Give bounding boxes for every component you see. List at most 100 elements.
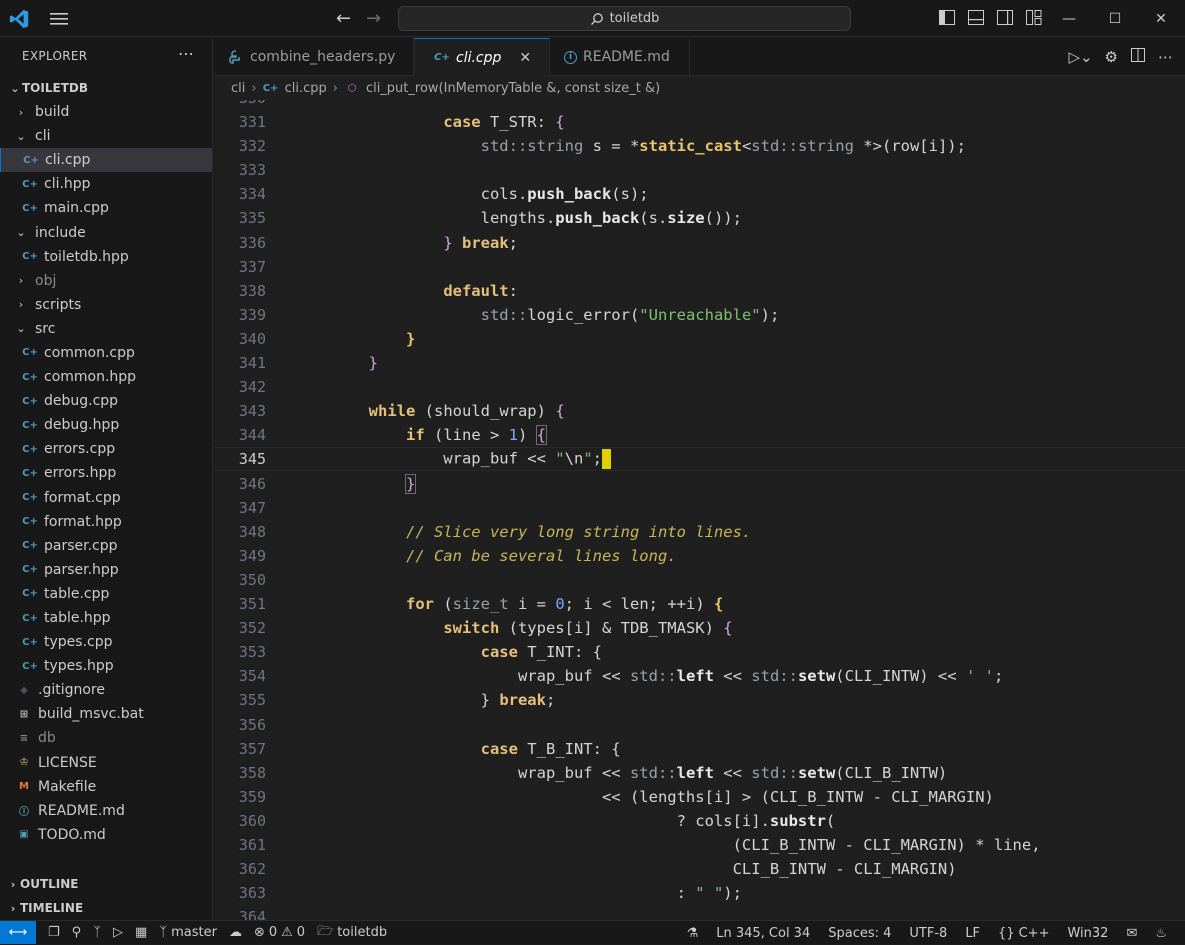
toggle-panel-icon[interactable] — [967, 9, 986, 27]
file-item-makefile[interactable]: M Makefile — [0, 775, 212, 799]
folder-item[interactable]: 🗁 toiletdb — [317, 922, 387, 944]
file-item-cli-hpp[interactable]: C+ cli.hpp — [0, 172, 212, 196]
remote-icon[interactable]: ⟷ — [0, 921, 36, 944]
maximize-icon[interactable]: ☐ — [1092, 0, 1138, 37]
file-item-errors-hpp[interactable]: C+ errors.hpp — [0, 461, 212, 485]
file-item-debug-hpp[interactable]: C+ debug.hpp — [0, 413, 212, 437]
encoding[interactable]: UTF-8 — [909, 926, 947, 941]
code-line: 334 cols.push_back(s); — [214, 182, 1185, 206]
file-item-common-cpp[interactable]: C+ common.cpp — [0, 341, 212, 365]
close-window-icon[interactable]: ✕ — [1138, 0, 1184, 37]
tree-item-label: table.cpp — [44, 585, 110, 602]
breadcrumb-symbol[interactable]: cli_put_row(InMemoryTable &, const size_… — [366, 81, 660, 96]
folder-item-build[interactable]: › build — [0, 100, 212, 124]
cpp-file-icon: C+ — [22, 347, 38, 359]
code-line: 356 — [214, 713, 1185, 737]
file-item-table-hpp[interactable]: C+ table.hpp — [0, 606, 212, 630]
file-item-errors-cpp[interactable]: C+ errors.cpp — [0, 437, 212, 461]
breadcrumb-folder[interactable]: cli — [231, 81, 245, 96]
file-item-format-cpp[interactable]: C+ format.cpp — [0, 486, 212, 510]
code-line: 363 : " "); — [214, 881, 1185, 905]
search-activity-icon[interactable]: ⚲ — [72, 925, 82, 940]
folder-item-include[interactable]: ⌄ include — [0, 220, 212, 244]
line-number: 345 — [238, 450, 266, 469]
tree-item-label: src — [35, 320, 56, 337]
file-item-main-cpp[interactable]: C+ main.cpp — [0, 196, 212, 220]
workspace-root-label: TOILETDB — [22, 81, 88, 95]
file-item-parser-cpp[interactable]: C+ parser.cpp — [0, 534, 212, 558]
file-item-table-cpp[interactable]: C+ table.cpp — [0, 582, 212, 606]
file-item-cli-cpp[interactable]: C+ cli.cpp — [0, 148, 212, 173]
code-line: 351 for (size_t i = 0; i < len; ++i) { — [214, 592, 1185, 616]
language-mode[interactable]: {} C++ — [998, 926, 1049, 941]
folder-item-cli[interactable]: ⌄ cli — [0, 124, 212, 148]
cpp-file-icon: C+ — [22, 636, 38, 648]
outline-section[interactable]: › OUTLINE — [0, 872, 212, 896]
feedback-icon[interactable]: ✉ — [1126, 926, 1137, 941]
tab-readme[interactable]: i README.md — [550, 38, 690, 76]
platform[interactable]: Win32 — [1067, 926, 1108, 941]
source-control-icon[interactable]: ᛉ — [93, 925, 101, 940]
end-of-line[interactable]: LF — [965, 926, 980, 941]
menu-icon[interactable] — [48, 10, 70, 28]
timeline-section[interactable]: › TIMELINE — [0, 896, 212, 920]
cursor-position[interactable]: Ln 345, Col 34 — [716, 926, 810, 941]
tree-item-label: table.hpp — [44, 610, 111, 627]
file-item-license[interactable]: ♔ LICENSE — [0, 751, 212, 775]
file-item-types-cpp[interactable]: C+ types.cpp — [0, 630, 212, 654]
folder-item-src[interactable]: ⌄ src — [0, 317, 212, 341]
minimize-icon[interactable]: — — [1046, 0, 1092, 37]
tab-combine-headers[interactable]: combine_headers.py — [214, 38, 414, 76]
line-number: 360 — [238, 811, 266, 830]
run-debug-icon[interactable]: ▷⌄ — [1068, 48, 1092, 66]
markdown-icon: ▣ — [19, 829, 29, 841]
tab-cli-cpp[interactable]: C+ cli.cpp ✕ — [414, 38, 550, 76]
file-item-build-msvc-bat[interactable]: ⊞ build_msvc.bat — [0, 702, 212, 726]
toggle-primary-sidebar-icon[interactable] — [938, 9, 957, 27]
branch-item[interactable]: ᛉ master — [159, 925, 217, 940]
customize-layout-icon[interactable] — [1025, 9, 1044, 27]
indentation[interactable]: Spaces: 4 — [828, 926, 891, 941]
file-item-common-hpp[interactable]: C+ common.hpp — [0, 365, 212, 389]
bell-icon[interactable]: ♨ — [1155, 926, 1167, 941]
tree-item-label: LICENSE — [38, 754, 97, 771]
close-tab-icon[interactable]: ✕ — [519, 50, 531, 66]
line-number: 331 — [238, 113, 266, 132]
file-item-db[interactable]: ≡ db — [0, 726, 212, 750]
cpp-file-icon: C+ — [22, 467, 38, 479]
toggle-secondary-sidebar-icon[interactable] — [996, 9, 1015, 27]
sync-icon[interactable]: ☁ — [229, 925, 242, 940]
cpp-file-icon: C+ — [22, 588, 38, 600]
folder-item-obj[interactable]: › obj — [0, 269, 212, 293]
flask-icon[interactable]: ⚗ — [687, 926, 699, 941]
code-line: 348 // Slice very long string into lines… — [214, 520, 1185, 544]
file-item-debug-cpp[interactable]: C+ debug.cpp — [0, 389, 212, 413]
run-activity-icon[interactable]: ▷ — [113, 925, 123, 940]
split-editor-icon[interactable] — [1130, 47, 1146, 67]
file-item-readme-md[interactable]: ⓘ README.md — [0, 799, 212, 823]
file-item--gitignore[interactable]: ◆ .gitignore — [0, 678, 212, 702]
more-actions-icon[interactable]: ⋯ — [178, 44, 194, 63]
more-actions-icon[interactable]: ⋯ — [1158, 48, 1173, 66]
command-center-search[interactable]: toiletdb — [398, 6, 851, 31]
forward-arrow-icon[interactable]: → — [366, 8, 381, 29]
cpp-file-icon: C+ — [22, 395, 38, 407]
problems-item[interactable]: ⊗ 0 ⚠ 0 — [254, 925, 305, 940]
file-item-format-hpp[interactable]: C+ format.hpp — [0, 510, 212, 534]
gear-icon[interactable]: ⚙ — [1105, 48, 1118, 66]
cpp-file-icon: C+ — [22, 251, 38, 263]
file-item-toiletdb-hpp[interactable]: C+ toiletdb.hpp — [0, 245, 212, 269]
code-line: 342 — [214, 375, 1185, 399]
line-number: 330 — [214, 100, 266, 107]
breadcrumb-file[interactable]: cli.cpp — [285, 81, 327, 96]
code-line: 333 — [214, 158, 1185, 182]
file-item-parser-hpp[interactable]: C+ parser.hpp — [0, 558, 212, 582]
code-editor[interactable]: 330 331 case T_STR: {332 std::string s =… — [214, 100, 1185, 920]
workspace-root[interactable]: ⌄ TOILETDB — [8, 81, 88, 95]
explorer-activity-icon[interactable]: ❐ — [48, 925, 60, 940]
extensions-icon[interactable]: ▦ — [135, 925, 147, 940]
back-arrow-icon[interactable]: ← — [336, 8, 351, 29]
folder-item-scripts[interactable]: › scripts — [0, 293, 212, 317]
file-item-todo-md[interactable]: ▣ TODO.md — [0, 823, 212, 847]
file-item-types-hpp[interactable]: C+ types.hpp — [0, 654, 212, 678]
